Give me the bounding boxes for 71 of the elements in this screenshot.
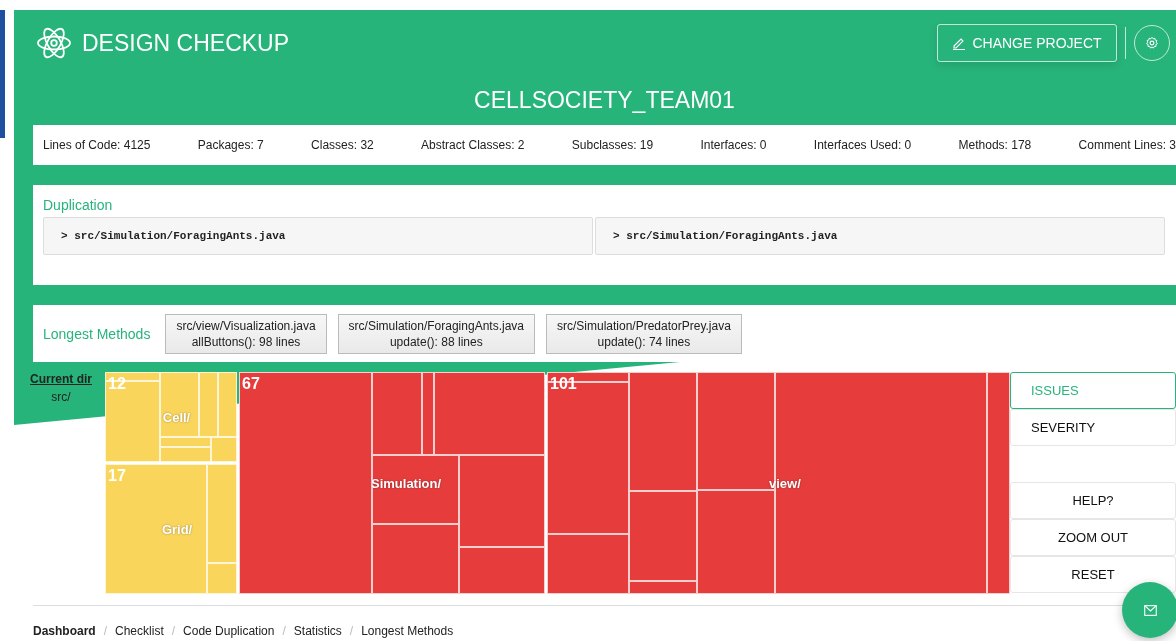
treemap-tile[interactable]: [239, 372, 373, 594]
treemap-tile[interactable]: [628, 491, 697, 581]
method-file: src/view/Visualization.java: [176, 317, 316, 334]
treemap-tile[interactable]: [547, 534, 629, 594]
stat-label: Interfaces: 0: [700, 138, 767, 152]
breadcrumb-link[interactable]: Checklist: [115, 624, 164, 638]
method-lines: update(): 74 lines: [597, 333, 691, 350]
stat-label: Lines of Code: 4125: [43, 138, 151, 152]
duplicate-file-panel[interactable]: > src/Simulation/ForagingAnts.java: [595, 217, 1165, 255]
treemap-tile[interactable]: [459, 455, 545, 548]
treemap-tile[interactable]: [433, 372, 545, 455]
treemap-tile[interactable]: [160, 446, 211, 462]
stat-label: Packages: 7: [197, 138, 264, 152]
current-dir-path: src/: [51, 390, 71, 404]
package-name: Cell/: [162, 409, 191, 425]
treemap-tile[interactable]: [160, 372, 199, 437]
breadcrumb-separator: /: [171, 624, 176, 638]
action-button[interactable]: RESET: [1010, 556, 1176, 593]
treemap-tile[interactable]: [372, 455, 459, 525]
project-title: CELLSOCIETY_TEAM01: [474, 87, 735, 114]
treemap-tile[interactable]: [422, 372, 434, 455]
duplicate-file-panel[interactable]: > src/Simulation/ForagingAnts.java: [43, 217, 593, 255]
current-dir-link[interactable]: Current dir: [30, 372, 92, 386]
issue-count: 67: [242, 375, 260, 393]
action-button[interactable]: HELP?: [1010, 482, 1176, 519]
view-option[interactable]: SEVERITY: [1010, 409, 1176, 446]
treemap-tile[interactable]: [628, 580, 697, 594]
treemap-tile[interactable]: [217, 372, 237, 437]
breadcrumb-separator: /: [282, 624, 286, 638]
method-lines: allButtons(): 98 lines: [191, 333, 301, 350]
breadcrumb-separator: /: [349, 624, 354, 638]
section-title: Duplication: [43, 197, 114, 213]
package-name: Grid/: [161, 521, 193, 537]
app-title: DESIGN CHECKUP: [82, 29, 290, 57]
stat-label: Interfaces Used: 0: [813, 138, 912, 152]
method-file: src/Simulation/ForagingAnts.java: [348, 317, 524, 334]
breadcrumb-separator: /: [103, 624, 108, 638]
treemap-tile[interactable]: [206, 562, 237, 594]
atom-icon: [36, 25, 72, 61]
method-lines: update(): 88 lines: [389, 333, 483, 350]
treemap-tile[interactable]: [105, 464, 207, 594]
pencil-icon: [952, 36, 967, 50]
treemap-tile[interactable]: [986, 372, 1010, 594]
treemap-tile[interactable]: [211, 436, 237, 462]
treemap-tile[interactable]: [198, 372, 218, 437]
treemap-tile[interactable]: [628, 372, 697, 491]
stat-label: Subclasses: 19: [571, 138, 654, 152]
breadcrumb-link[interactable]: Statistics: [293, 624, 342, 638]
method-chip[interactable]: src/view/Visualization.java allButtons(): 98 lines: [165, 313, 327, 354]
breadcrumb-link[interactable]: Longest Methods: [361, 624, 454, 638]
breadcrumb-link[interactable]: Code Duplication: [183, 624, 275, 638]
action-button[interactable]: ZOOM OUT: [1010, 519, 1176, 556]
treemap-tile[interactable]: [372, 524, 459, 594]
breadcrumb-link[interactable]: Dashboard: [33, 624, 96, 638]
mail-button[interactable]: [1122, 582, 1176, 638]
treemap-tile[interactable]: [372, 372, 422, 455]
method-chip[interactable]: src/Simulation/ForagingAnts.java update(): 88 lines: [337, 313, 535, 354]
mail-icon: [1143, 604, 1157, 616]
issue-count: 17: [108, 467, 126, 485]
stat-label: Comment Lines: 3: [1078, 138, 1176, 152]
stat-label: Methods: 178: [958, 138, 1032, 152]
stat-label: Classes: 32: [311, 138, 374, 152]
treemap-tile[interactable]: [206, 464, 237, 563]
section-title: Longest Methods: [43, 325, 151, 342]
settings-icon: [1145, 36, 1159, 50]
treemap-tile[interactable]: [697, 489, 775, 594]
treemap-tile[interactable]: [459, 547, 545, 594]
treemap-tile[interactable]: [160, 436, 211, 447]
method-chip[interactable]: src/Simulation/PredatorPrey.java update(): 74 lines: [546, 313, 742, 354]
method-file: src/Simulation/PredatorPrey.java: [557, 317, 731, 334]
stat-label: Abstract Classes: 2: [421, 138, 525, 152]
